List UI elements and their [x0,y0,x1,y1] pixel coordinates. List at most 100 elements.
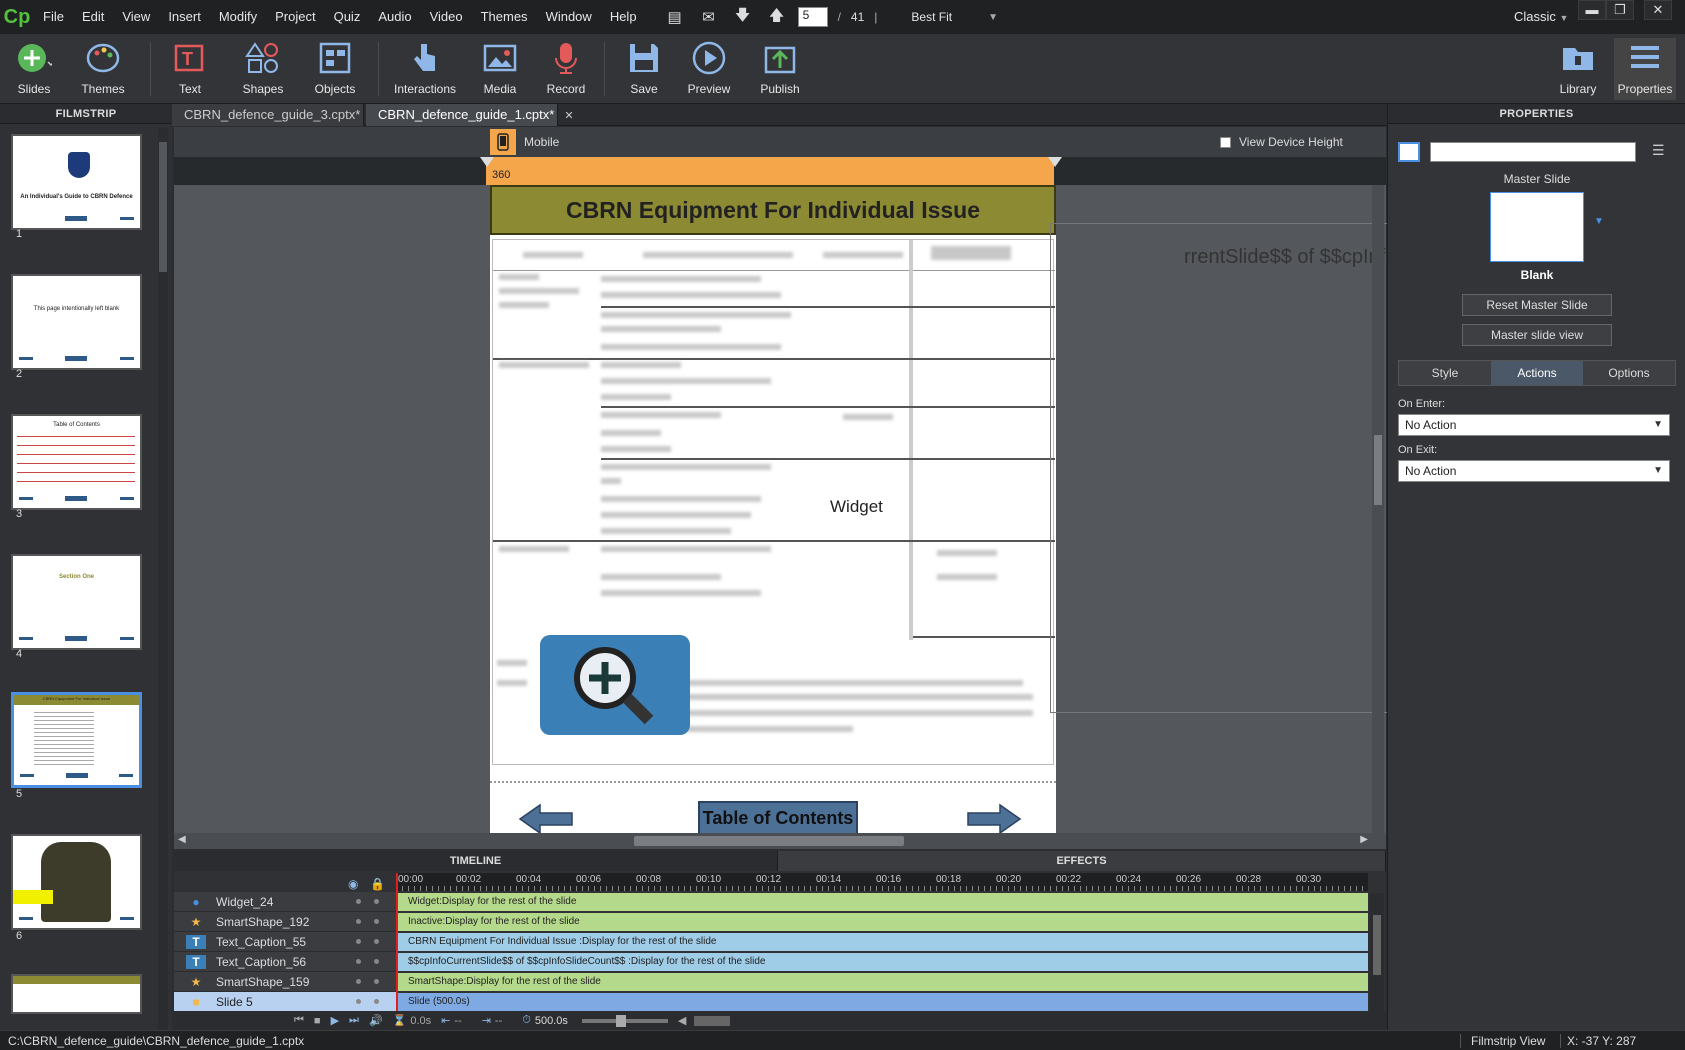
shapes-button[interactable]: Shapes [238,38,288,100]
menu-insert[interactable]: Insert [159,0,210,34]
timeline-bar[interactable]: Inactive:Display for the rest of the sli… [398,913,1368,931]
on-enter-select[interactable]: No Action ▼ [1398,414,1670,436]
filmstrip-thumb-4[interactable]: Section One [11,554,142,650]
arrow-left-icon[interactable]: ◀ [178,834,186,845]
objects-button[interactable]: Objects [310,38,360,100]
stage-vertical-scrollbar[interactable] [1372,185,1384,833]
chevron-down-icon[interactable]: ▼ [988,12,998,23]
stop-icon[interactable]: ■ [314,1015,321,1027]
timeline-row[interactable]: ● Widget_24 Widget:Display for the rest o… [174,892,1386,912]
timeline-scrollbar[interactable] [1370,893,1384,1013]
master-slide-view-button[interactable]: Master slide view [1462,324,1612,346]
chevron-down-icon[interactable]: ▼ [1594,216,1604,227]
zoom-select[interactable]: Best Fit [911,10,952,24]
filmstrip-thumb-1[interactable]: An Individual's Guide to CBRN Defence [11,134,142,230]
text-button[interactable]: T Text [168,38,212,100]
ruler-breakpoint[interactable] [486,157,1054,185]
table-of-contents-button[interactable]: Table of Contents [698,801,858,835]
properties-button[interactable]: Properties [1614,38,1676,100]
interactions-button[interactable]: Interactions [394,38,456,100]
menu-video[interactable]: Video [421,0,472,34]
play-icon[interactable]: ▶ [331,1014,339,1027]
menu-modify[interactable]: Modify [210,0,266,34]
scroll-thumb[interactable] [159,142,167,272]
mobile-icon[interactable] [490,129,516,155]
tab-effects[interactable]: EFFECTS [778,851,1386,871]
timeline-row[interactable]: T Text_Caption_56 $$cpInfoCurrentSlide$$ … [174,952,1386,972]
timeline-bar[interactable]: CBRN Equipment For Individual Issue :Dis… [398,933,1368,951]
tab-guide-1[interactable]: CBRN_defence_guide_1.cptx* ✕ [366,104,574,126]
timeline-row[interactable]: ★ SmartShape_159 SmartShape:Display for t… [174,972,1386,992]
timeline-bar[interactable]: $$cpInfoCurrentSlide$$ of $$cpInfoSlideC… [398,953,1368,971]
slide-number-input[interactable]: 5 [797,7,828,27]
scroll-thumb[interactable] [1374,435,1382,505]
reset-master-slide-button[interactable]: Reset Master Slide [1462,294,1612,316]
restore-icon[interactable]: ❐ [1606,0,1634,20]
arrow-left-icon[interactable]: ◀ [678,1014,686,1027]
filmstrip-scrollbar[interactable] [158,128,168,1030]
previous-arrow-button[interactable] [518,803,574,835]
menu-project[interactable]: Project [266,0,324,34]
slides-button[interactable]: Slides [12,38,56,100]
filmstrip-thumb-7[interactable] [11,974,142,1014]
scroll-thumb[interactable] [1373,915,1381,975]
magnifier-zoom-icon[interactable] [540,635,690,735]
visibility-eye-icon[interactable]: ◉ [348,877,358,891]
lock-icon[interactable]: 🔒 [370,877,385,891]
close-icon[interactable]: ✕ [564,110,573,122]
next-arrow-button[interactable] [966,803,1022,835]
menu-view[interactable]: View [113,0,159,34]
menu-themes[interactable]: Themes [472,0,537,34]
menu-file[interactable]: File [34,0,73,34]
master-slide-thumbnail[interactable] [1490,192,1584,262]
arrow-up-icon[interactable]: 🡅 [766,6,788,28]
timeline-playhead[interactable] [396,873,398,1016]
timeline-row[interactable]: ★ SmartShape_192 Inactive:Display for the… [174,912,1386,932]
tab-guide-3[interactable]: CBRN_defence_guide_3.cptx*✕ [172,104,380,126]
filmstrip-thumb-2[interactable]: This page intentionally left blank [11,274,142,370]
preview-button[interactable]: Preview [686,38,732,100]
publish-button[interactable]: Publish [756,38,804,100]
ruler-handle-right[interactable] [1048,157,1062,167]
minimize-icon[interactable]: ▬ [1578,0,1606,20]
workspace-select[interactable]: Classic ▼ [1514,0,1568,35]
timeline-row[interactable]: T Text_Caption_55 CBRN Equipment For Indi… [174,932,1386,952]
library-button[interactable]: Library [1556,38,1600,100]
slide-title[interactable]: CBRN Equipment For Individual Issue [490,185,1056,235]
menu-help[interactable]: Help [601,0,646,34]
ruler-handle-left[interactable] [480,157,494,167]
filmstrip-thumb-3[interactable]: Table of Contents [11,414,142,510]
tab-options[interactable]: Options [1583,361,1675,385]
menu-edit[interactable]: Edit [73,0,113,34]
close-icon[interactable]: ✕ [1644,0,1672,20]
save-button[interactable]: Save [622,38,666,100]
record-button[interactable]: Record [544,38,588,100]
object-name-input[interactable] [1430,142,1636,162]
speaker-icon[interactable]: 🔊 [369,1014,383,1027]
tab-actions[interactable]: Actions [1491,361,1583,385]
zoom-slider[interactable] [581,1014,668,1027]
media-button[interactable]: Media [478,38,522,100]
menu-audio[interactable]: Audio [369,0,420,34]
arrow-down-icon[interactable]: 🡇 [732,6,754,28]
stage-horizontal-scrollbar[interactable]: ◀ ▶ [174,833,1386,849]
timeline-bar[interactable]: SmartShape:Display for the rest of the s… [398,973,1368,991]
view-device-height-checkbox[interactable]: View Device Height [1220,135,1343,149]
widget-label[interactable]: Widget [830,497,883,517]
tab-style[interactable]: Style [1399,361,1491,385]
filmstrip-thumb-5[interactable]: CBRN Equipment For Individual Issue [11,692,142,788]
menu-window[interactable]: Window [537,0,601,34]
themes-button[interactable]: Themes [78,38,128,100]
panel-menu-icon[interactable]: ☰ [1652,142,1665,159]
slider-thumb[interactable] [615,1014,626,1027]
menu-quiz[interactable]: Quiz [325,0,370,34]
on-exit-select[interactable]: No Action ▼ [1398,460,1670,482]
timeline-row[interactable]: ■ Slide 5 Slide (500.0s) [174,992,1386,1012]
mail-icon[interactable]: ✉ [698,6,720,28]
arrow-right-icon[interactable]: ▶ [1360,834,1368,845]
timeline-bar[interactable]: Widget:Display for the rest of the slide [398,893,1368,911]
timeline-bar[interactable]: Slide (500.0s) [398,993,1368,1011]
rewind-icon[interactable]: ⏮ [294,1014,304,1027]
checkbox[interactable] [1220,136,1231,148]
filmstrip-thumb-6[interactable] [11,834,142,930]
